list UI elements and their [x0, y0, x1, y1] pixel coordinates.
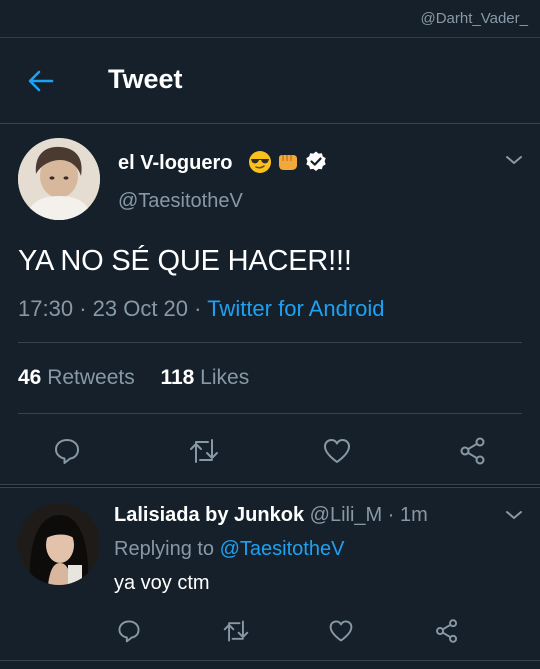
- reply-time: 1m: [399, 504, 428, 526]
- retweets-count: 46: [18, 366, 42, 389]
- reply-text: ya voy ctm: [114, 572, 210, 594]
- likes-stat[interactable]: 118 Likes: [160, 366, 249, 389]
- section-separator: [0, 484, 540, 488]
- name-emojis: [248, 150, 328, 174]
- share-icon[interactable]: [434, 618, 460, 649]
- meta-separator: ·: [79, 296, 93, 321]
- like-icon[interactable]: [328, 618, 354, 649]
- verified-badge-icon: [304, 150, 328, 174]
- fist-emoji-icon: [276, 150, 300, 174]
- divider: [18, 342, 522, 343]
- tweet-timestamp: 17:30 · 23 Oct 20 · Twitter for Android: [18, 296, 385, 322]
- tweet-date: 23 Oct 20: [92, 296, 189, 321]
- tweet-time: 17:30: [18, 296, 74, 321]
- tweet-text: YA NO SÉ QUE HACER!!!: [18, 245, 352, 277]
- retweets-stat[interactable]: 46 Retweets: [18, 366, 135, 389]
- replying-to-label: Replying to: [114, 538, 215, 560]
- reply-icon[interactable]: [116, 618, 142, 649]
- meta-separator: ·: [194, 296, 208, 321]
- reply-icon[interactable]: [52, 436, 82, 471]
- meta-separator: ·: [387, 504, 400, 526]
- author-handle[interactable]: @TaesitotheV: [118, 190, 243, 213]
- share-icon[interactable]: [458, 436, 488, 471]
- chevron-down-icon[interactable]: [504, 505, 524, 525]
- chevron-down-icon[interactable]: [504, 150, 524, 170]
- author-avatar[interactable]: [18, 138, 100, 220]
- sunglasses-emoji-icon: [248, 150, 272, 174]
- retweet-icon[interactable]: [188, 436, 220, 471]
- divider: [0, 660, 540, 661]
- top-app-bar: Tweet: [0, 38, 540, 124]
- replying-to-handle[interactable]: @TaesitotheV: [220, 538, 345, 560]
- back-arrow-icon[interactable]: [26, 66, 56, 96]
- reply-author-avatar[interactable]: [18, 503, 100, 585]
- tweet-client-link[interactable]: Twitter for Android: [207, 296, 384, 321]
- reply-author-line: Lalisiada by Junkok @Lili_M · 1m: [114, 504, 428, 527]
- engagement-stats: 46 Retweets 118 Likes: [18, 366, 249, 390]
- watermark-bar: @Darht_Vader_: [0, 0, 540, 38]
- like-icon[interactable]: [322, 436, 352, 471]
- author-name[interactable]: el V-loguero: [118, 152, 232, 175]
- watermark-text: @Darht_Vader_: [420, 10, 528, 27]
- likes-count: 118: [160, 366, 195, 389]
- reply-author-handle[interactable]: @Lili_M: [310, 504, 383, 526]
- divider: [18, 413, 522, 414]
- page-title: Tweet: [108, 64, 183, 94]
- likes-label: Likes: [200, 366, 250, 389]
- retweets-label: Retweets: [47, 366, 135, 389]
- replying-to-line: Replying to @TaesitotheV: [114, 538, 344, 561]
- reply-author-name[interactable]: Lalisiada by Junkok: [114, 504, 304, 526]
- retweet-icon[interactable]: [222, 618, 250, 649]
